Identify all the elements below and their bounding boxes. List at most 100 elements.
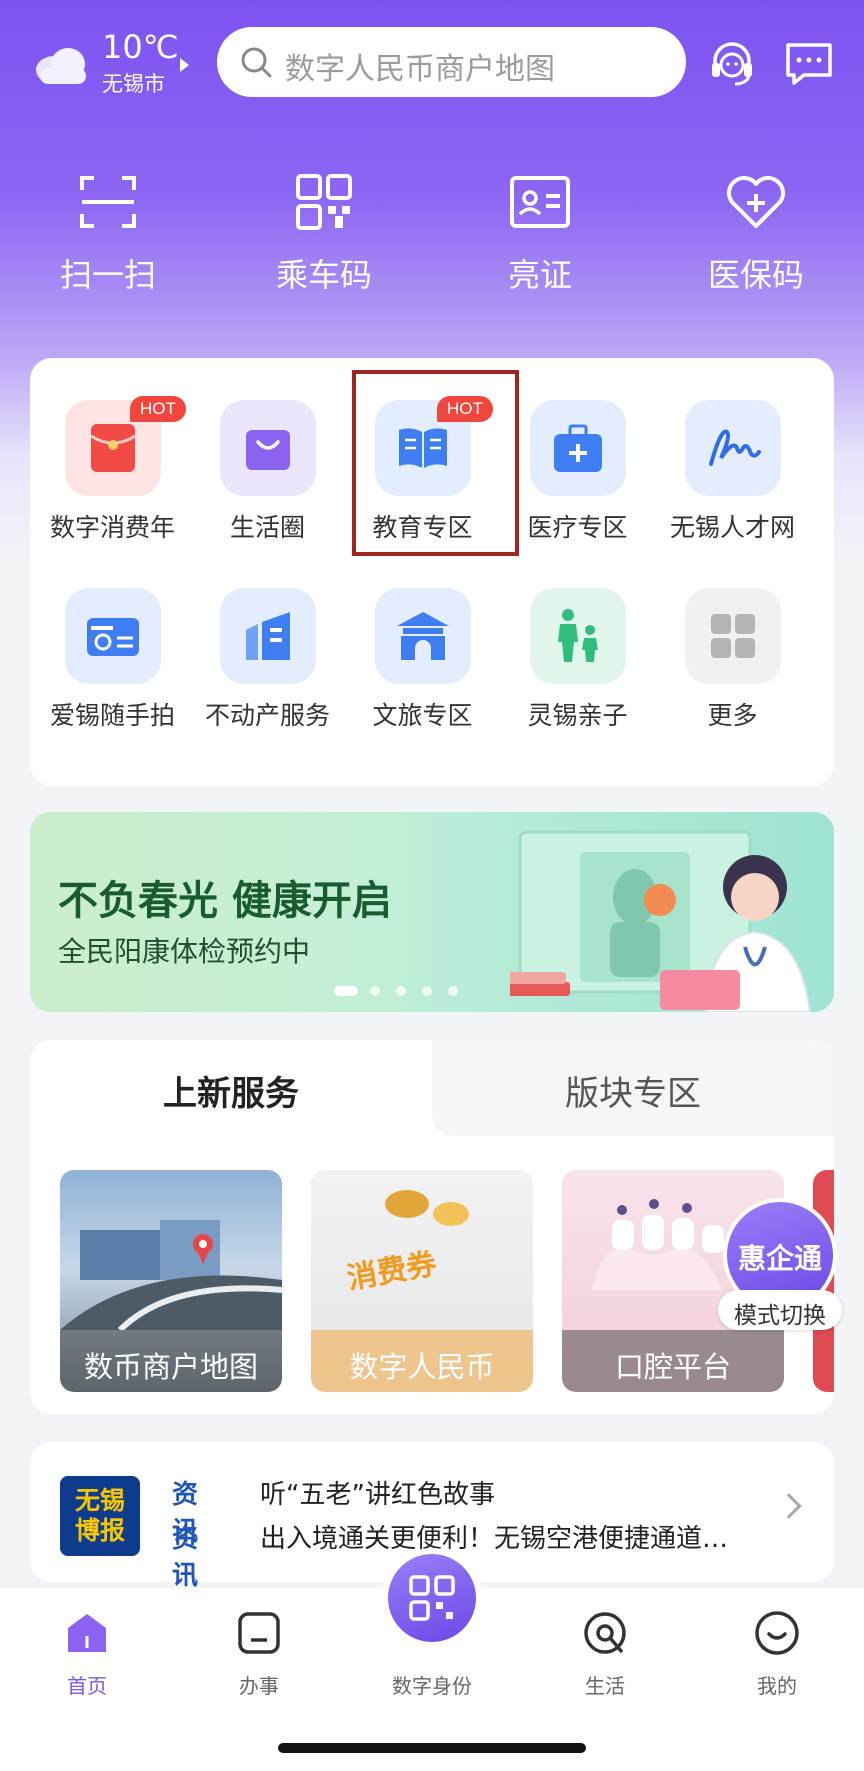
signature-icon <box>709 429 761 466</box>
message-icon[interactable] <box>782 37 836 91</box>
card-caption-text: 数字人民币 <box>349 1350 495 1384</box>
enterprise-mode-title: 惠企通 <box>737 1242 822 1275</box>
carousel-dot <box>422 986 432 996</box>
mode-switch-pill[interactable]: 模式切换 <box>718 1290 842 1330</box>
qr-code-icon <box>409 1575 455 1621</box>
service-culture-tourism[interactable]: 文旅专区 <box>345 546 500 730</box>
nav-label: 数字身份 <box>392 1674 472 1698</box>
digital-identity-button[interactable] <box>382 1548 482 1648</box>
id-card-icon <box>510 176 570 228</box>
service-label: 爱锡随手拍 <box>49 701 175 730</box>
qr-code-icon <box>296 174 352 230</box>
service-tile <box>375 588 471 684</box>
service-label: 文旅专区 <box>372 701 473 730</box>
news-headline: 出入境通关更便利！无锡空港便捷通道… <box>260 1524 729 1554</box>
highlight-frame <box>352 370 519 556</box>
service-more[interactable]: 更多 <box>655 546 810 730</box>
nav-home[interactable]: 首页 <box>17 1608 157 1718</box>
card-caption: 口腔平台 <box>562 1330 784 1392</box>
pavilion-icon <box>397 612 449 660</box>
city-name: 无锡市 <box>102 72 165 96</box>
red-envelope-icon <box>90 424 136 472</box>
service-digital-consumption[interactable]: HOT 数字消费年 <box>35 358 190 542</box>
carousel-dot <box>370 986 380 996</box>
service-tile <box>220 588 316 684</box>
hot-badge: HOT <box>130 396 186 422</box>
tab-label: 上新服务 <box>163 1074 299 1114</box>
service-snapshot[interactable]: 爱锡随手拍 <box>35 546 190 730</box>
carousel-dot-active <box>334 986 358 996</box>
news-logo-line: 博报 <box>74 1516 125 1545</box>
life-icon <box>584 1612 626 1654</box>
coupon-illustration: 消费券 <box>344 1190 469 1297</box>
service-tile <box>220 400 316 496</box>
camera-icon <box>87 618 139 656</box>
home-indicator <box>278 1743 586 1753</box>
tab-label: 版块专区 <box>565 1074 701 1114</box>
weather-widget[interactable]: 10℃ 无锡市 <box>32 28 202 98</box>
tab-sections[interactable]: 版块专区 <box>432 1040 834 1136</box>
promo-banner[interactable]: 不负春光 健康开启 全民阳康体检预约中 <box>30 812 834 1012</box>
quick-actions: 扫一扫 乘车码 亮证 医保码 <box>0 170 864 300</box>
new-services-card: 上新服务 版块专区 数币商户地图 消费券 数字人民币 口腔平台 <box>30 1040 834 1414</box>
service-label: 灵锡亲子 <box>527 701 628 730</box>
service-label: 更多 <box>707 701 758 730</box>
quick-action-medical-insurance[interactable]: 医保码 <box>676 170 836 300</box>
tab-new-services[interactable]: 上新服务 <box>30 1040 432 1136</box>
customer-service-icon[interactable] <box>705 37 759 91</box>
service-parent-child[interactable]: 灵锡亲子 <box>500 546 655 730</box>
news-logo: 无锡 博报 <box>60 1476 140 1556</box>
map-pin-illustration <box>60 1220 282 1330</box>
news-tag: 资讯 <box>172 1524 199 1591</box>
temperature: 10℃ <box>102 28 179 66</box>
card-caption-text: 数币商户地图 <box>83 1350 258 1384</box>
banner-title: 不负春光 健康开启 <box>58 878 392 924</box>
shopping-bag-icon <box>246 430 290 470</box>
quick-action-label: 亮证 <box>507 256 572 294</box>
scan-icon <box>80 176 136 228</box>
quick-action-label: 乘车码 <box>275 256 372 294</box>
tasks-icon <box>238 1612 280 1654</box>
top-bar: 10℃ 无锡市 数字人民币商户地图 <box>0 0 864 130</box>
enterprise-mode-switch[interactable]: 惠企通 模式切换 <box>718 1198 842 1330</box>
smile-icon <box>755 1611 799 1655</box>
chevron-right-icon[interactable] <box>776 1493 802 1519</box>
nav-label: 办事 <box>239 1674 279 1698</box>
banner-subtitle: 全民阳康体检预约中 <box>58 935 311 968</box>
mode-switch-label: 模式切换 <box>734 1303 826 1329</box>
service-medical[interactable]: 医疗专区 <box>500 358 655 542</box>
news-logo-line: 无锡 <box>74 1486 125 1515</box>
nav-tasks[interactable]: 办事 <box>189 1608 329 1718</box>
service-tile <box>685 588 781 684</box>
nav-life[interactable]: 生活 <box>535 1608 675 1718</box>
service-tile <box>685 400 781 496</box>
service-label: 无锡人才网 <box>669 513 795 542</box>
service-life-circle[interactable]: 生活圈 <box>190 358 345 542</box>
service-card-digital-rmb[interactable]: 消费券 数字人民币 <box>311 1170 533 1392</box>
carousel-dot <box>448 986 458 996</box>
quick-action-show-id[interactable]: 亮证 <box>460 170 620 300</box>
search-bar[interactable]: 数字人民币商户地图 <box>217 27 686 97</box>
service-label: 生活圈 <box>229 513 305 542</box>
heart-plus-icon <box>727 176 785 228</box>
grid-icon <box>711 614 755 658</box>
service-talent-network[interactable]: 无锡人才网 <box>655 358 810 542</box>
card-caption: 数币商户地图 <box>60 1330 282 1392</box>
search-placeholder: 数字人民币商户地图 <box>285 52 555 87</box>
quick-action-scan[interactable]: 扫一扫 <box>28 170 188 300</box>
quick-action-transit-code[interactable]: 乘车码 <box>244 170 404 300</box>
nav-label: 我的 <box>757 1674 797 1698</box>
search-icon <box>241 47 272 78</box>
quick-action-label: 扫一扫 <box>59 256 156 294</box>
nav-profile[interactable]: 我的 <box>707 1608 847 1718</box>
news-headline: 听“五老”讲红色故事 <box>260 1480 495 1510</box>
service-label: 不动产服务 <box>204 701 330 730</box>
service-real-estate[interactable]: 不动产服务 <box>190 546 345 730</box>
quick-action-label: 医保码 <box>707 256 804 294</box>
parent-child-icon <box>558 609 598 662</box>
home-icon <box>68 1614 106 1652</box>
card-caption: 数字人民币 <box>311 1330 533 1392</box>
medical-kit-icon <box>554 424 602 472</box>
service-card-merchant-map[interactable]: 数币商户地图 <box>60 1170 282 1392</box>
nav-label: 生活 <box>585 1674 625 1698</box>
